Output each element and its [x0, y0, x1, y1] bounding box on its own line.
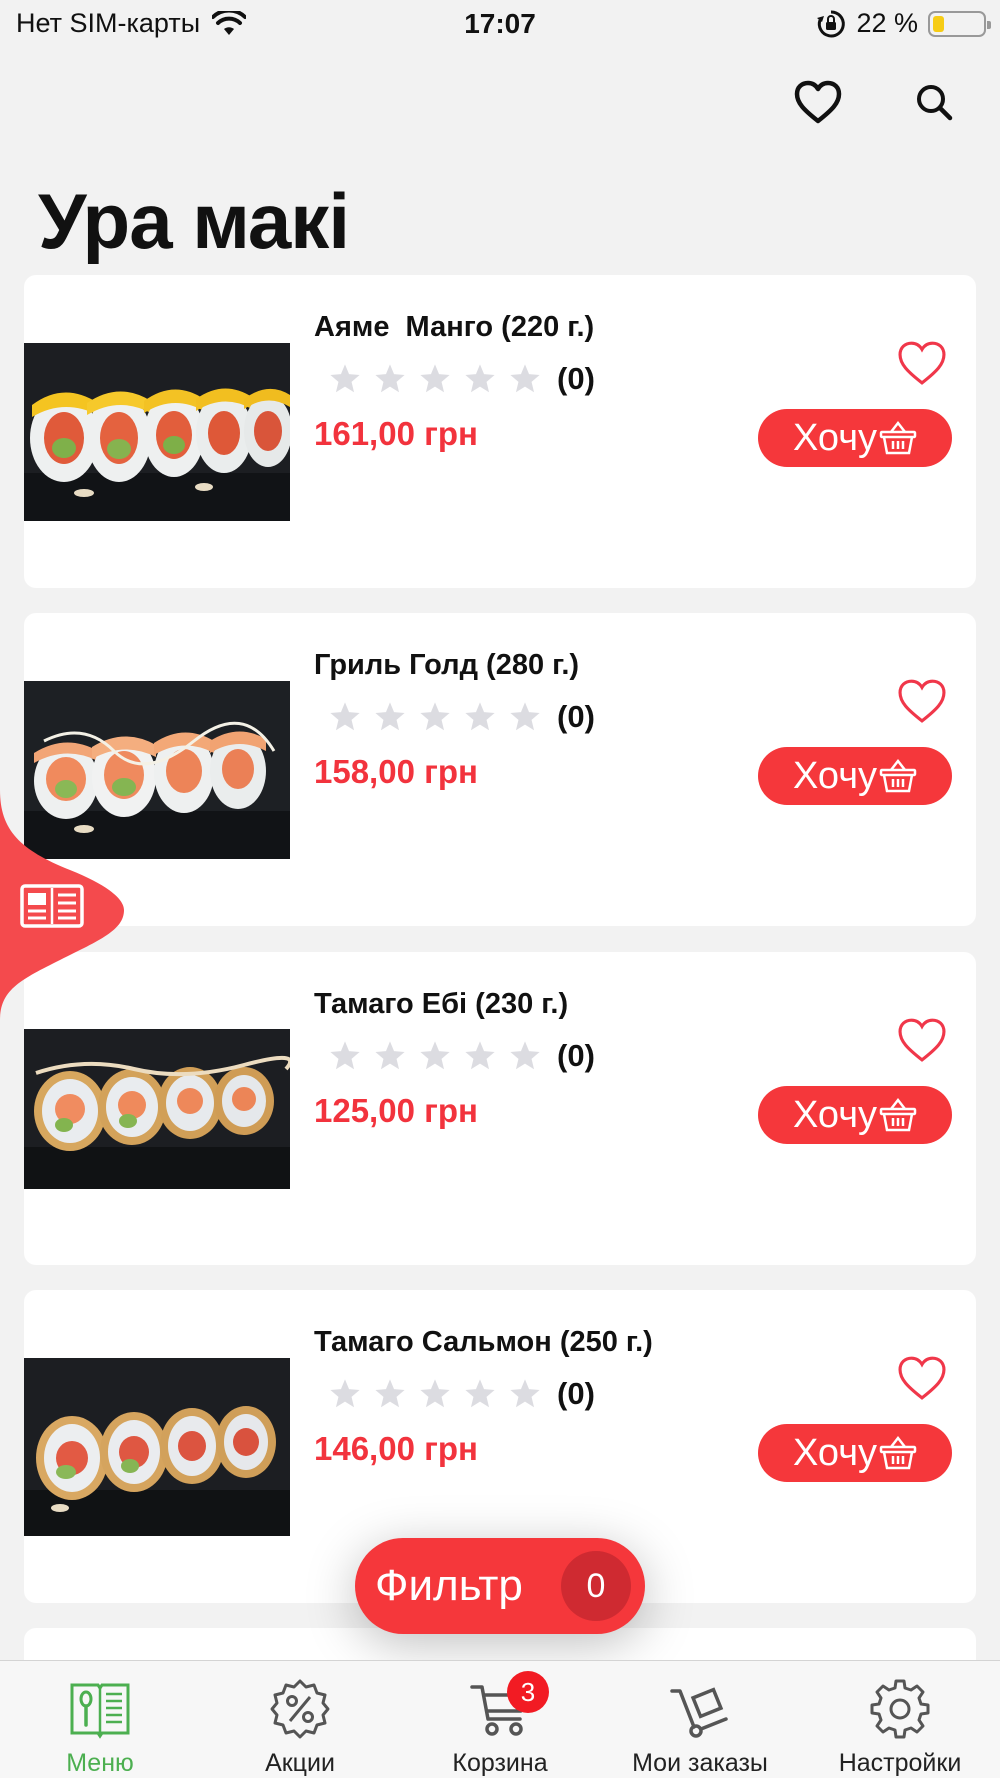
status-right: 22 % [816, 8, 991, 39]
star-icon [502, 1374, 547, 1414]
star-icon [322, 1374, 367, 1414]
add-to-favorites-button[interactable] [894, 1012, 950, 1068]
filter-label: Фильтр [375, 1561, 523, 1610]
tab-label: Мои заказы [632, 1749, 768, 1777]
star-icon [457, 1036, 502, 1076]
rating-stars: (0) [322, 359, 595, 399]
star-icon [322, 1036, 367, 1076]
star-icon [412, 1036, 457, 1076]
product-price: 146,00 грн [314, 1430, 478, 1467]
rating-stars: (0) [322, 1036, 595, 1076]
product-card[interactable]: Аяме Манго (220 г.) (0) 161,00 грн Хочу [24, 275, 976, 588]
heart-outline-icon [898, 341, 946, 385]
add-to-favorites-button[interactable] [894, 1350, 950, 1406]
tab-promotions[interactable]: Акции [200, 1661, 400, 1778]
add-to-cart-button[interactable]: Хочу [758, 1424, 952, 1482]
rating-count: (0) [557, 361, 595, 396]
status-bar: Нет SIM-карты 17:07 22 % [0, 0, 1000, 50]
star-icon [502, 1036, 547, 1076]
heart-outline-icon [898, 679, 946, 723]
heart-outline-icon [898, 1356, 946, 1400]
star-icon [412, 359, 457, 399]
add-to-cart-label: Хочу [792, 1431, 877, 1474]
hand-truck-icon [670, 1687, 728, 1738]
tab-menu[interactable]: Меню [0, 1661, 200, 1778]
tab-my-orders[interactable]: Мои заказы [600, 1661, 800, 1778]
product-image[interactable] [24, 1358, 290, 1536]
cart-count-badge: 3 [507, 1671, 549, 1713]
star-icon [502, 697, 547, 737]
basket-icon [879, 1435, 917, 1470]
product-image[interactable] [24, 343, 290, 521]
star-icon [322, 697, 367, 737]
add-to-favorites-button[interactable] [894, 335, 950, 391]
filter-count-badge: 0 [561, 1551, 631, 1621]
star-icon [367, 1036, 412, 1076]
tab-label: Акции [265, 1749, 335, 1777]
menu-book-icon [70, 1683, 130, 1739]
search-icon [917, 85, 953, 121]
product-name[interactable]: Тамаго Сальмон (250 г.) [314, 1326, 653, 1359]
add-to-favorites-button[interactable] [894, 673, 950, 729]
star-icon [502, 359, 547, 399]
star-icon [322, 359, 367, 399]
add-to-cart-label: Хочу [792, 416, 877, 459]
add-to-cart-button[interactable]: Хочу [758, 747, 952, 805]
categories-side-tab[interactable] [0, 790, 124, 1020]
tab-label: Настройки [838, 1749, 962, 1777]
rating-stars: (0) [322, 1374, 595, 1414]
product-price: 125,00 грн [314, 1092, 478, 1129]
tab-label: Корзина [452, 1749, 548, 1777]
product-image[interactable] [24, 1029, 290, 1189]
product-card[interactable]: Гриль Голд (280 г.) (0) 158,00 грн Хочу [24, 613, 976, 926]
favorites-button[interactable] [788, 72, 848, 132]
basket-icon [879, 1097, 917, 1132]
filter-button[interactable]: Фильтр 0 [355, 1538, 645, 1634]
star-icon [367, 1374, 412, 1414]
star-icon [367, 359, 412, 399]
star-icon [367, 697, 412, 737]
rating-count: (0) [557, 1038, 595, 1073]
search-button[interactable] [904, 72, 964, 132]
gear-icon [870, 1679, 930, 1739]
product-name[interactable]: Аяме Манго (220 г.) [314, 311, 594, 344]
tab-settings[interactable]: Настройки [800, 1661, 1000, 1778]
battery-level [933, 15, 944, 32]
product-price: 158,00 грн [314, 753, 478, 790]
star-icon [457, 359, 502, 399]
product-price: 161,00 грн [314, 415, 478, 452]
tab-label: Меню [66, 1749, 134, 1777]
product-card[interactable]: Тамаго Ебі (230 г.) (0) 125,00 грн Хочу [24, 952, 976, 1265]
battery-icon [928, 10, 991, 37]
rating-stars: (0) [322, 697, 595, 737]
add-to-cart-button[interactable]: Хочу [758, 409, 952, 467]
page-title: Ура макі [38, 177, 350, 265]
product-name[interactable]: Тамаго Ебі (230 г.) [314, 988, 568, 1021]
star-icon [457, 697, 502, 737]
tab-cart[interactable]: 3 Корзина [400, 1661, 600, 1778]
product-name[interactable]: Гриль Голд (280 г.) [314, 649, 579, 682]
add-to-cart-label: Хочу [792, 1093, 877, 1136]
add-to-cart-label: Хочу [792, 754, 877, 797]
heart-icon [794, 80, 842, 124]
orientation-lock-icon [817, 9, 846, 37]
bottom-tab-bar: Меню Акции 3 Корзина Мои заказы Настройк… [0, 1660, 1000, 1778]
star-icon [412, 697, 457, 737]
rating-count: (0) [557, 1376, 595, 1411]
heart-outline-icon [898, 1018, 946, 1062]
rating-count: (0) [557, 699, 595, 734]
percent-badge-icon [270, 1679, 330, 1739]
newspaper-icon [20, 884, 84, 928]
basket-icon [879, 420, 917, 455]
star-icon [412, 1374, 457, 1414]
top-actions [700, 72, 1000, 132]
basket-icon [879, 758, 917, 793]
add-to-cart-button[interactable]: Хочу [758, 1086, 952, 1144]
battery-percent: 22 % [856, 8, 918, 38]
star-icon [457, 1374, 502, 1414]
